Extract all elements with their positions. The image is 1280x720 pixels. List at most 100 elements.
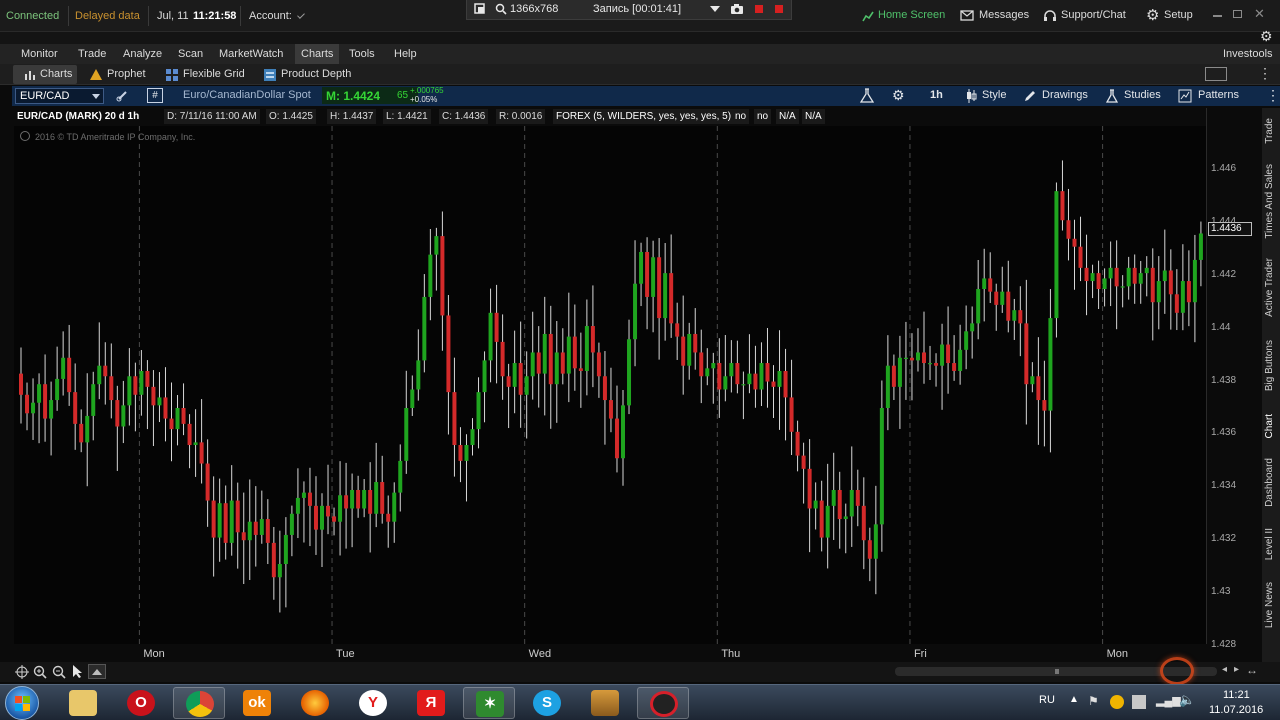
pan-icon[interactable] xyxy=(15,665,29,679)
side-tab-times-and-sales[interactable]: Times And Sales xyxy=(1264,164,1278,239)
candle-176 xyxy=(1078,216,1083,282)
side-tab-trade[interactable]: Trade xyxy=(1264,118,1278,144)
scroll-left-icon[interactable]: ◂ xyxy=(1222,664,1227,675)
taskbar-ok[interactable]: ok xyxy=(231,687,283,719)
stretch-icon[interactable]: ↔ xyxy=(1246,663,1258,677)
pause-icon[interactable] xyxy=(755,5,763,13)
menu-monitor[interactable]: Monitor xyxy=(15,44,64,64)
tab-product-depth[interactable]: Product Depth xyxy=(281,66,351,83)
side-tab-level-ii[interactable]: Level II xyxy=(1264,528,1278,560)
hash-icon[interactable]: # xyxy=(147,88,163,103)
taskbar-chrome[interactable] xyxy=(173,687,225,719)
side-tab-live-news[interactable]: Live News xyxy=(1264,582,1278,628)
tray-app-icon[interactable] xyxy=(1110,695,1124,709)
symbol-selector[interactable]: EUR/CAD xyxy=(15,88,104,104)
candle-193 xyxy=(1180,244,1185,331)
candle-8 xyxy=(67,324,72,406)
menu-scan[interactable]: Scan xyxy=(172,44,209,64)
chart-settings-icon[interactable]: ⚙ xyxy=(892,87,905,104)
patterns-button[interactable]: Patterns xyxy=(1198,89,1239,101)
more-icon[interactable]: ⋮ xyxy=(1258,65,1272,82)
candle-body-66 xyxy=(416,360,421,390)
candle-28 xyxy=(187,414,192,469)
price-tick-label: 1.432 xyxy=(1211,533,1237,545)
candle-body-163 xyxy=(1000,291,1005,305)
taskbar-yandex-browser[interactable]: Y xyxy=(347,687,399,719)
tray-monitor-icon[interactable] xyxy=(1132,695,1146,709)
chevron-down-icon[interactable] xyxy=(710,6,720,13)
taskbar-skype[interactable]: S xyxy=(521,687,573,719)
more-options-icon[interactable]: ⋮ xyxy=(1266,87,1280,104)
tab-prophet[interactable]: Prophet xyxy=(107,66,146,83)
candlestick-chart[interactable] xyxy=(14,126,1206,644)
messages-link[interactable]: Messages xyxy=(979,9,1029,21)
volume-icon[interactable]: 🔈 xyxy=(1179,692,1195,708)
taskbar-yandex[interactable]: Я xyxy=(405,687,457,719)
taskbar-alpari[interactable] xyxy=(579,687,631,719)
language-indicator[interactable]: RU xyxy=(1039,694,1055,706)
flag-icon[interactable]: ⚑ xyxy=(1088,694,1099,708)
zoom-out-icon[interactable] xyxy=(52,665,66,679)
home-screen-link[interactable]: Home Screen xyxy=(878,9,945,21)
candle-body-10 xyxy=(79,423,84,443)
tab-flexible-grid[interactable]: Flexible Grid xyxy=(183,66,245,83)
side-tab-active-trader[interactable]: Active Trader xyxy=(1264,258,1278,317)
stop-icon[interactable] xyxy=(775,5,783,13)
candle-body-7 xyxy=(61,357,66,379)
taskbar-thinkorswim[interactable]: ✶ xyxy=(463,687,515,719)
menu-marketwatch[interactable]: MarketWatch xyxy=(213,44,289,64)
maximize-icon[interactable] xyxy=(1233,10,1242,18)
menu-charts[interactable]: Charts xyxy=(295,44,340,64)
collapse-button[interactable] xyxy=(88,664,106,679)
menu-help[interactable]: Help xyxy=(388,44,423,64)
timeframe-selector[interactable]: 1h xyxy=(930,89,943,101)
scrollbar-grip[interactable] xyxy=(1055,669,1059,674)
candle-159 xyxy=(976,259,981,340)
studies-button[interactable]: Studies xyxy=(1124,89,1161,101)
flask-icon[interactable] xyxy=(860,88,874,103)
camera-icon[interactable] xyxy=(730,3,744,15)
start-button[interactable] xyxy=(5,686,39,720)
link-icon[interactable] xyxy=(116,89,129,102)
taskbar-opera[interactable]: O xyxy=(115,687,167,719)
tray-date[interactable]: 11.07.2016 xyxy=(1209,704,1263,716)
tray-expand-icon[interactable]: ▲ xyxy=(1069,694,1079,705)
candle-body-182 xyxy=(1114,267,1119,287)
menu-analyze[interactable]: Analyze xyxy=(117,44,168,64)
network-icon[interactable]: ▂▄▆ xyxy=(1156,694,1181,707)
scroll-right-icon[interactable]: ▸ xyxy=(1234,664,1239,675)
info-date: D: 7/11/16 11:00 AM xyxy=(164,109,260,124)
side-tab-chart[interactable]: Chart xyxy=(1264,414,1278,438)
style-button[interactable]: Style xyxy=(982,89,1006,101)
candle-80 xyxy=(500,314,505,400)
drawings-button[interactable]: Drawings xyxy=(1042,89,1088,101)
cursor-icon[interactable] xyxy=(72,664,83,679)
magnifier-icon[interactable] xyxy=(495,3,507,15)
tray-clock[interactable]: 11:21 xyxy=(1223,689,1250,701)
taskbar-recorder[interactable] xyxy=(637,687,689,719)
account-dropdown-icon[interactable] xyxy=(297,11,305,19)
menu-tools[interactable]: Tools xyxy=(343,44,381,64)
layout-icon[interactable] xyxy=(1205,67,1227,81)
time-axis[interactable]: Mon Tue Wed Thu Fri Mon xyxy=(14,644,1206,664)
price-axis[interactable]: 1.428 1.43 1.432 1.434 1.436 1.438 1.44 1.442 1.… xyxy=(1206,108,1262,650)
candle-body-95 xyxy=(590,326,595,353)
support-chat-link[interactable]: Support/Chat xyxy=(1061,9,1126,21)
setup-link[interactable]: Setup xyxy=(1164,9,1193,21)
opera-icon: O xyxy=(127,690,155,716)
zoom-in-icon[interactable] xyxy=(33,665,47,679)
candle-135 xyxy=(831,452,836,540)
minimize-icon[interactable] xyxy=(1213,15,1222,17)
menu-trade[interactable]: Trade xyxy=(72,44,112,64)
candle-body-40 xyxy=(259,519,264,535)
chevron-down-icon[interactable] xyxy=(92,94,100,100)
menu-investools[interactable]: Investools xyxy=(1217,44,1279,64)
close-icon[interactable]: ✕ xyxy=(1254,6,1265,22)
taskbar-explorer[interactable] xyxy=(57,687,109,719)
taskbar-firefox[interactable] xyxy=(289,687,341,719)
settings-gear-icon[interactable]: ⚙ xyxy=(1260,28,1273,45)
side-tab-big-buttons[interactable]: Big Buttons xyxy=(1264,340,1278,391)
price-chart[interactable]: 2016 © TD Ameritrade IP Company, Inc. xyxy=(14,126,1206,644)
side-tab-dashboard[interactable]: Dashboard xyxy=(1264,458,1278,507)
window-icon[interactable] xyxy=(474,3,485,14)
